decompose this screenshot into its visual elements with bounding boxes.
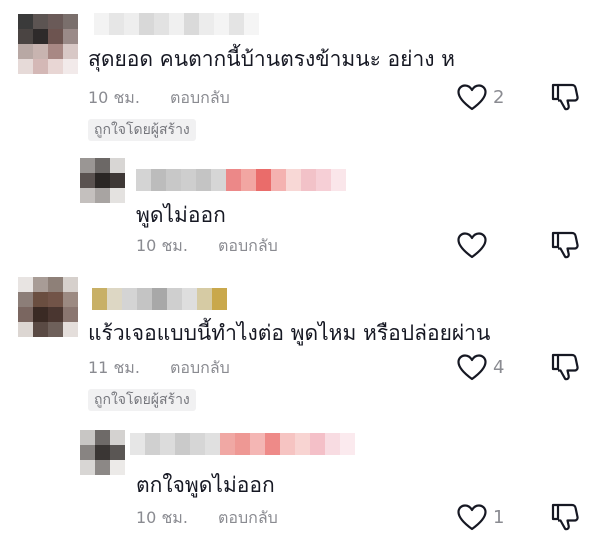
dislike-button[interactable] bbox=[551, 230, 579, 260]
avatar[interactable] bbox=[18, 14, 78, 74]
reply-username-blurred[interactable] bbox=[130, 433, 355, 455]
liked-by-creator-badge: ถูกใจโดยผู้สร้าง bbox=[88, 389, 196, 411]
comment-text: สุดยอด คนตากนี้บ้านตรงข้ามนะ อย่าง ห bbox=[88, 47, 456, 71]
thumbs-down-icon bbox=[551, 230, 579, 260]
reply-button[interactable]: ตอบกลับ bbox=[218, 236, 278, 256]
heart-icon bbox=[457, 84, 487, 112]
dislike-button[interactable] bbox=[551, 502, 579, 532]
like-count: 2 bbox=[493, 87, 505, 108]
thumbs-down-icon bbox=[551, 352, 579, 382]
username-blurred[interactable] bbox=[94, 13, 259, 35]
thumbs-down-icon bbox=[551, 502, 579, 532]
reply-button[interactable]: ตอบกลับ bbox=[170, 358, 230, 378]
liked-by-creator-badge: ถูกใจโดยผู้สร้าง bbox=[88, 119, 196, 141]
comment-text: แร้วเจอแบบนี้ทำไงต่อ พูดไหม หรือปล่อยผ่า… bbox=[88, 321, 491, 345]
like-button[interactable]: 4 bbox=[457, 354, 504, 382]
dislike-button[interactable] bbox=[551, 82, 579, 112]
like-button[interactable]: 1 bbox=[457, 504, 504, 532]
like-count: 1 bbox=[493, 507, 505, 528]
heart-icon bbox=[457, 354, 487, 382]
reply-username-blurred[interactable] bbox=[136, 169, 346, 191]
like-button[interactable]: 2 bbox=[457, 84, 504, 112]
reply-time: 10 ชม. bbox=[136, 508, 188, 527]
reply-time: 10 ชม. bbox=[136, 236, 188, 255]
comment-time: 10 ชม. bbox=[88, 88, 140, 107]
username-blurred[interactable] bbox=[92, 288, 227, 310]
dislike-button[interactable] bbox=[551, 352, 579, 382]
reply-text: ตกใจพูดไม่ออก bbox=[136, 473, 275, 497]
avatar[interactable] bbox=[18, 277, 78, 337]
reply-avatar[interactable] bbox=[80, 158, 125, 203]
reply-button[interactable]: ตอบกลับ bbox=[218, 508, 278, 528]
heart-icon bbox=[457, 232, 487, 260]
reply-text: พูดไม่ออก bbox=[136, 203, 226, 227]
comment-time: 11 ชม. bbox=[88, 358, 140, 377]
reply-avatar[interactable] bbox=[80, 430, 125, 475]
like-count: 4 bbox=[493, 357, 505, 378]
heart-icon bbox=[457, 504, 487, 532]
reply-button[interactable]: ตอบกลับ bbox=[170, 88, 230, 108]
like-button[interactable] bbox=[457, 232, 493, 260]
thumbs-down-icon bbox=[551, 82, 579, 112]
